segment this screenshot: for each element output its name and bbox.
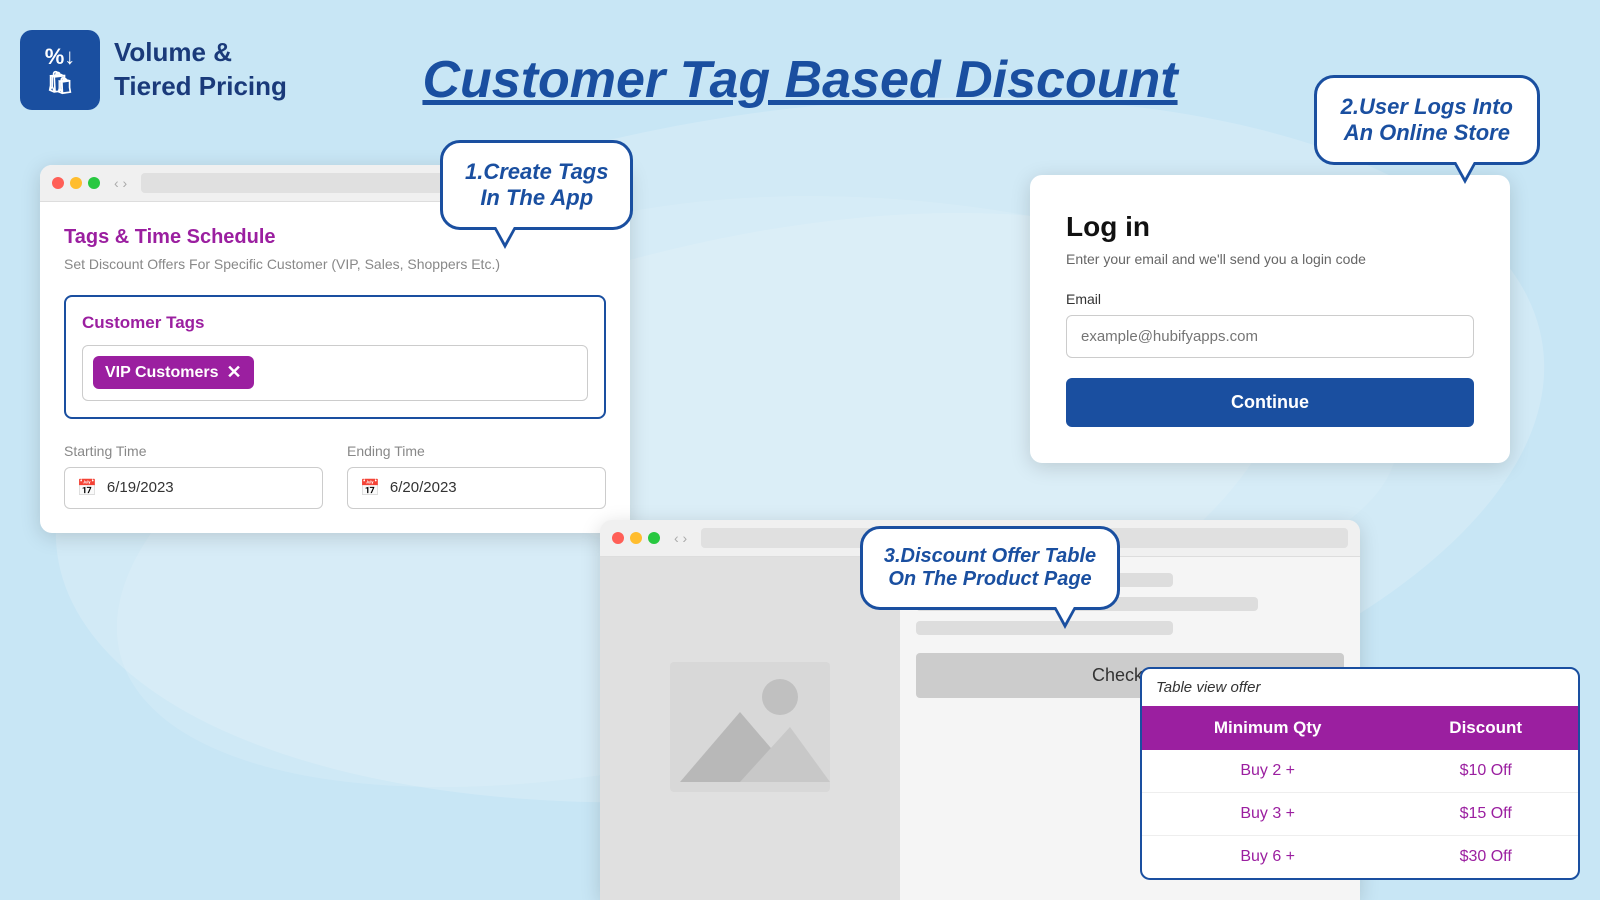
- app-name: Volume & Tiered Pricing: [114, 36, 287, 104]
- product-desc-line2: [916, 621, 1173, 635]
- login-title: Log in: [1066, 211, 1474, 243]
- table-cell: Buy 2 +: [1142, 750, 1393, 793]
- starting-time-value: 6/19/2023: [107, 479, 174, 496]
- calendar-icon-end: 📅: [360, 478, 380, 498]
- tag-label: VIP Customers: [105, 364, 219, 382]
- minimize-dot: [70, 177, 82, 189]
- ending-time-input[interactable]: 📅 6/20/2023: [347, 467, 606, 509]
- table-cell: $15 Off: [1393, 793, 1578, 836]
- table-cell: Buy 6 +: [1142, 836, 1393, 879]
- ending-time-label: Ending Time: [347, 443, 606, 459]
- product-minimize-dot: [630, 532, 642, 544]
- table-view-label: Table view offer: [1142, 669, 1578, 706]
- nav-arrows: ‹ ›: [114, 175, 127, 191]
- tag-remove-icon[interactable]: ✕: [227, 362, 242, 383]
- tags-input-area[interactable]: VIP Customers ✕: [82, 345, 588, 401]
- table-row: Buy 3 +$15 Off: [1142, 793, 1578, 836]
- table-cell: Buy 3 +: [1142, 793, 1393, 836]
- email-label: Email: [1066, 291, 1474, 307]
- bubble-step2: 2.User Logs Into An Online Store: [1314, 75, 1540, 165]
- col-min-qty: Minimum Qty: [1142, 706, 1393, 750]
- product-image-area: [600, 557, 900, 900]
- login-subtitle: Enter your email and we'll send you a lo…: [1066, 251, 1474, 267]
- bubble-step1: 1.Create Tags In The App: [440, 140, 633, 230]
- starting-time-input[interactable]: 📅 6/19/2023: [64, 467, 323, 509]
- close-dot: [52, 177, 64, 189]
- window-body: Tags & Time Schedule Set Discount Offers…: [40, 202, 630, 533]
- ending-time-value: 6/20/2023: [390, 479, 457, 496]
- calendar-icon-start: 📅: [77, 478, 97, 498]
- login-window: Log in Enter your email and we'll send y…: [1030, 175, 1510, 463]
- discount-table: Minimum Qty Discount Buy 2 +$10 OffBuy 3…: [1142, 706, 1578, 878]
- customer-tags-label: Customer Tags: [82, 313, 588, 333]
- product-close-dot: [612, 532, 624, 544]
- table-cell: $10 Off: [1393, 750, 1578, 793]
- starting-time-field: Starting Time 📅 6/19/2023: [64, 443, 323, 509]
- time-row: Starting Time 📅 6/19/2023 Ending Time 📅 …: [64, 443, 606, 509]
- table-row: Buy 6 +$30 Off: [1142, 836, 1578, 879]
- table-row: Buy 2 +$10 Off: [1142, 750, 1578, 793]
- app-header: %↓🛍 Volume & Tiered Pricing: [20, 30, 287, 110]
- col-discount: Discount: [1393, 706, 1578, 750]
- starting-time-label: Starting Time: [64, 443, 323, 459]
- product-nav-arrows: ‹ ›: [674, 530, 687, 546]
- vip-tag-chip[interactable]: VIP Customers ✕: [93, 356, 254, 389]
- section-desc: Set Discount Offers For Specific Custome…: [64, 255, 606, 275]
- product-image-placeholder: [670, 662, 830, 797]
- logo-box: %↓🛍: [20, 30, 100, 110]
- discount-table-card: Table view offer Minimum Qty Discount Bu…: [1140, 667, 1580, 880]
- ending-time-field: Ending Time 📅 6/20/2023: [347, 443, 606, 509]
- page-title: Customer Tag Based Discount: [422, 50, 1177, 110]
- table-cell: $30 Off: [1393, 836, 1578, 879]
- bubble-step3: 3.Discount Offer Table On The Product Pa…: [860, 526, 1120, 610]
- email-input[interactable]: [1066, 315, 1474, 358]
- customer-tags-box: Customer Tags VIP Customers ✕: [64, 295, 606, 419]
- continue-button[interactable]: Continue: [1066, 378, 1474, 427]
- expand-dot: [88, 177, 100, 189]
- product-expand-dot: [648, 532, 660, 544]
- logo-icon: %↓🛍: [45, 44, 76, 97]
